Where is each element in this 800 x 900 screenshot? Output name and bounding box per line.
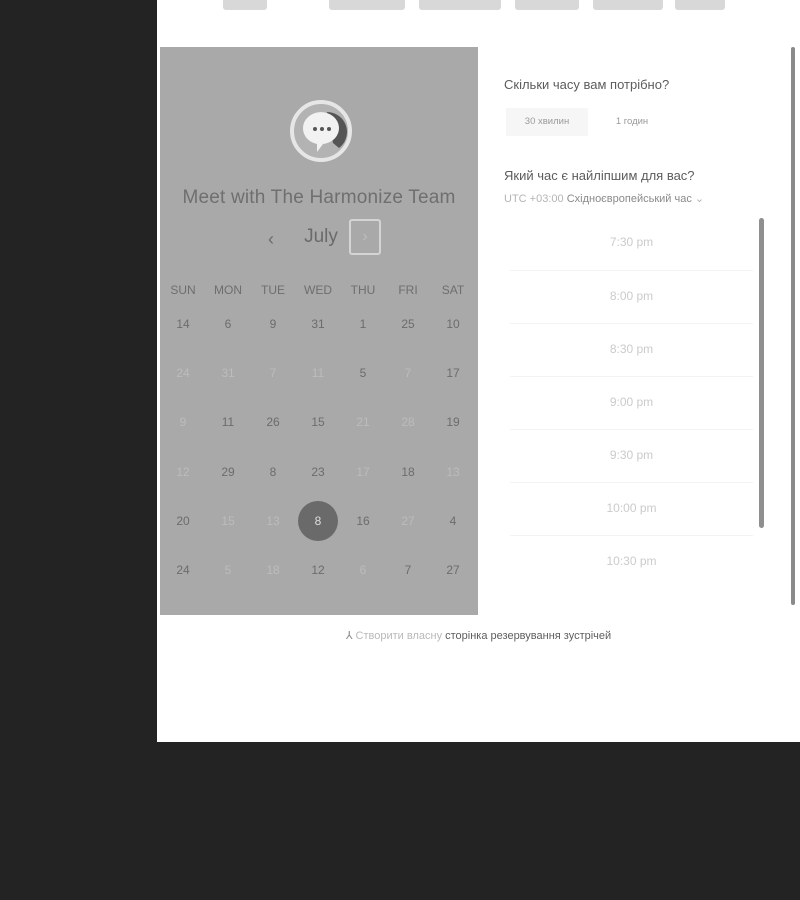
calendar-day: 6 (359, 563, 367, 577)
calendar-day[interactable]: 29 (208, 452, 248, 492)
calendar-day[interactable]: 8 (253, 452, 293, 492)
calendar-day-selected[interactable]: 8 (298, 501, 338, 541)
brand-logo (157, 0, 800, 12)
weekday-thu: THU (350, 283, 376, 297)
calendar-day[interactable]: 19 (433, 402, 473, 442)
calendar-day[interactable]: 26 (253, 402, 293, 442)
calendar-day[interactable]: 10 (433, 304, 473, 344)
time-slot[interactable]: 9:30 pm (510, 429, 753, 480)
calendar-day: 28 (401, 415, 415, 429)
timezone-dropdown[interactable]: UTC +03:00 Східноєвропейський час ⌄ (504, 192, 704, 205)
calendar-day[interactable]: 16 (343, 501, 383, 541)
month-navigation: ‹ July › (160, 219, 478, 259)
weekday-tue: TUE (261, 283, 285, 297)
calendar-day: 18 (266, 563, 280, 577)
calendar-day[interactable]: 20 (163, 501, 203, 541)
time-slot[interactable]: 9:00 pm (510, 376, 753, 427)
duration-question: Скільки часу вам потрібно? (504, 77, 670, 92)
calendar-day: 17 (356, 465, 370, 479)
time-slot[interactable]: 10:30 pm (510, 535, 753, 586)
weekday-sun: SUN (170, 283, 196, 297)
calendar-panel: Meet with The Harmonize Team ‹ July › SU… (160, 47, 478, 615)
calendar-day[interactable]: 18 (388, 452, 428, 492)
prev-month-button[interactable]: ‹ (260, 227, 282, 251)
calendar-day[interactable]: 23 (298, 452, 338, 492)
duration-60-button[interactable]: 1 годин (599, 108, 665, 136)
time-slot-scrollbar[interactable] (759, 218, 764, 528)
calendar-day: 9 (179, 415, 187, 429)
team-title: Meet with The Harmonize Team (182, 187, 456, 208)
time-slot[interactable]: 8:00 pm (510, 270, 753, 321)
calendar-day[interactable]: 7 (388, 550, 428, 590)
booking-page: Meet with The Harmonize Team ‹ July › SU… (157, 0, 800, 742)
next-month-button[interactable]: › (349, 219, 381, 255)
weekday-wed: WED (304, 283, 332, 297)
chevron-down-icon: ⌄ (694, 193, 705, 205)
calendar-day[interactable]: 27 (433, 550, 473, 590)
calendar-day[interactable]: 9 (253, 304, 293, 344)
footer-prefix: Створити власну (355, 630, 443, 642)
time-slot[interactable]: 8:30 pm (510, 323, 753, 374)
calendar-day[interactable]: 25 (388, 304, 428, 344)
duration-30-button[interactable]: 30 хвилин (506, 108, 588, 136)
brand-mark-icon: ⅄ (345, 630, 353, 642)
month-label: July (304, 226, 338, 247)
calendar-day: 5 (224, 563, 232, 577)
calendar-day[interactable]: 4 (433, 501, 473, 541)
weekday-sat: SAT (441, 283, 465, 297)
chat-avatar-icon (289, 98, 352, 162)
calendar-day: 27 (401, 514, 415, 528)
calendar-day[interactable]: 5 (343, 353, 383, 393)
calendar-day[interactable]: 24 (163, 550, 203, 590)
weekday-fri: FRI (398, 283, 418, 297)
weekday-header: SUN MON TUE WED THU FRI SAT (160, 283, 478, 299)
timezone-offset: UTC +03:00 (504, 193, 564, 205)
calendar-day[interactable]: 11 (208, 402, 248, 442)
page-scrollbar[interactable] (791, 47, 795, 605)
calendar-day: 12 (176, 465, 190, 479)
footer-link-text: сторінка резервування зустрічей (445, 630, 612, 642)
calendar-day: 31 (221, 366, 235, 380)
calendar-day[interactable]: 12 (298, 550, 338, 590)
time-slot[interactable]: 10:00 pm (510, 482, 753, 533)
time-slot[interactable]: 7:30 pm (510, 217, 753, 267)
create-booking-page-link[interactable]: ⅄ Створити власну сторінка резервування з… (157, 629, 800, 642)
calendar-day: 21 (356, 415, 370, 429)
calendar-day[interactable]: 17 (433, 353, 473, 393)
calendar-day: 7 (404, 366, 412, 380)
calendar-day: 13 (446, 465, 460, 479)
timezone-name: Східноєвропейський час (566, 193, 692, 205)
calendar-day: 11 (311, 366, 325, 380)
calendar-day[interactable]: 1 (343, 304, 383, 344)
calendar-day: 15 (221, 514, 235, 528)
time-slot-list[interactable]: 7:30 pm 8:00 pm 8:30 pm 9:00 pm 9:30 pm … (510, 217, 753, 591)
weekday-mon: MON (214, 283, 242, 297)
calendar-day: 7 (269, 366, 277, 380)
calendar-day[interactable]: 15 (298, 402, 338, 442)
calendar-day: 13 (266, 514, 280, 528)
calendar-day[interactable]: 6 (208, 304, 248, 344)
calendar-day[interactable]: 31 (298, 304, 338, 344)
calendar-day[interactable]: 14 (163, 304, 203, 344)
calendar-day: 24 (176, 366, 190, 380)
time-question: Який час є найліпшим для вас? (504, 168, 695, 183)
